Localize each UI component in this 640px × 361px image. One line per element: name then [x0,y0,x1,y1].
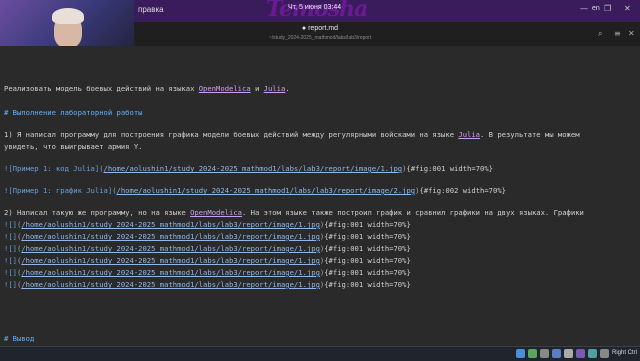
editor-image-link: ![Пример 1: код Julia](/home/aolushin1/s… [4,164,493,173]
usb-icon[interactable] [540,349,549,358]
close-icon[interactable]: ✕ [624,4,631,13]
editor-line: 1) Я написал программу для построения гр… [4,130,580,139]
markdown-editor[interactable]: Реализовать модель боевых действий на яз… [0,46,640,346]
editor-image-link: ![](/home/aolushin1/study_2024-2025_math… [4,244,411,253]
mouse-integration-icon[interactable] [588,349,597,358]
editor-image-link: ![Пример 1: график Julia](/home/aolushin… [4,186,506,195]
editor-image-link: ![](/home/aolushin1/study_2024-2025_math… [4,268,411,277]
app-menu-label[interactable]: правка [138,5,164,14]
network-icon[interactable] [528,349,537,358]
search-icon[interactable]: ⌕ [598,29,602,39]
close-icon[interactable]: ✕ [628,29,635,38]
editor-line: 2) Написал такую же программу, но на язы… [4,208,584,217]
keyboard-icon[interactable] [600,349,609,358]
shared-folder-icon[interactable] [552,349,561,358]
host-taskbar: Right Ctrl [0,346,640,361]
editor-image-link: ![](/home/aolushin1/study_2024-2025_math… [4,280,411,289]
editor-heading: # Вывод [4,334,35,343]
recording-icon[interactable] [576,349,585,358]
display-icon[interactable] [564,349,573,358]
webcam-person-hair [52,8,84,24]
editor-line: увидеть, что выигрывает армия Y. [4,142,143,151]
editor-image-link: ![](/home/aolushin1/study_2024-2025_math… [4,220,411,229]
menu-icon[interactable]: ≡ [614,29,621,38]
editor-image-link: ![](/home/aolushin1/study_2024-2025_math… [4,232,411,241]
editor-heading: # Выполнение лабораторной работы [4,108,143,117]
file-name: report.md [308,25,339,32]
disk-icon[interactable] [516,349,525,358]
maximize-icon[interactable]: ❐ [604,4,611,13]
editor-line: Реализовать модель боевых действий на яз… [4,84,290,93]
keyboard-layout-indicator[interactable]: en [592,5,600,12]
editor-image-link: ![](/home/aolushin1/study_2024-2025_math… [4,256,411,265]
host-key-label: Right Ctrl [612,350,638,356]
minimize-icon[interactable]: — [580,4,588,13]
clock[interactable]: Чт, 5 июня 03:44 [288,4,341,11]
